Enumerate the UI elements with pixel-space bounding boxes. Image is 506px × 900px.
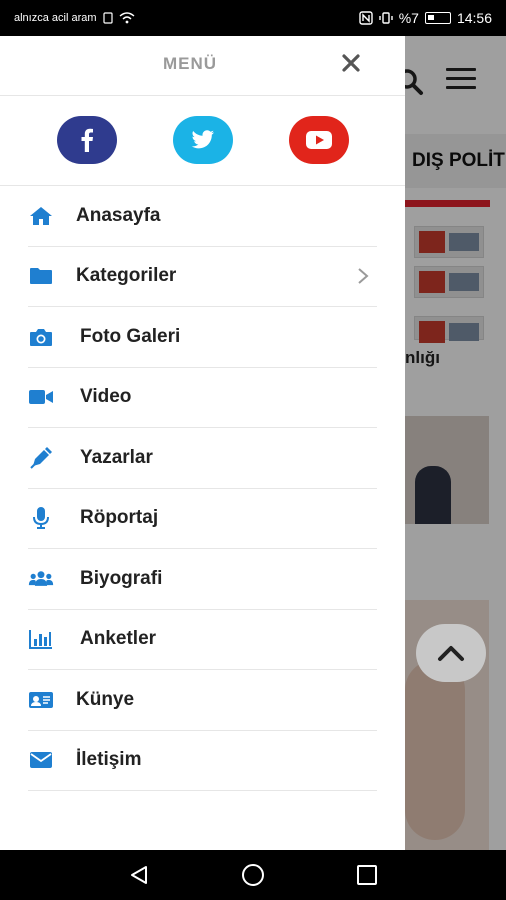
menu-item-label: Kategoriler <box>76 265 177 287</box>
menu-item-kategoriler[interactable]: Kategoriler <box>28 247 377 307</box>
folder-icon <box>28 263 54 289</box>
bar-chart-icon <box>28 626 54 652</box>
twitter-button[interactable] <box>173 116 233 164</box>
drawer-header: MENÜ <box>0 36 405 96</box>
menu-item-anasayfa[interactable]: Anasayfa <box>28 186 377 247</box>
menu-item-foto-galeri[interactable]: Foto Galeri <box>28 307 377 368</box>
home-circle-icon <box>242 864 264 886</box>
id-card-icon <box>28 687 54 713</box>
status-right: %7 14:56 <box>359 10 492 26</box>
menu-item-label: Biyografi <box>80 567 163 589</box>
chevron-up-icon <box>438 646 464 661</box>
menu-item-label: Künye <box>76 688 135 710</box>
system-navigation-bar <box>0 850 506 900</box>
menu-item-label: Anasayfa <box>76 204 161 226</box>
microphone-icon <box>28 505 54 531</box>
home-button[interactable] <box>238 860 268 890</box>
video-camera-icon <box>28 384 54 410</box>
battery-percent: %7 <box>398 10 419 26</box>
facebook-button[interactable] <box>57 116 117 164</box>
menu-item-iletisim[interactable]: İletişim <box>28 731 377 791</box>
close-button[interactable] <box>338 50 364 76</box>
clock: 14:56 <box>456 10 492 26</box>
pen-icon <box>28 445 54 471</box>
menu-item-label: İletişim <box>76 749 142 771</box>
back-triangle-icon <box>131 866 147 884</box>
menu-item-label: Röportaj <box>80 507 159 529</box>
close-icon <box>342 54 360 72</box>
vibrate-icon <box>379 12 393 24</box>
menu-item-yazarlar[interactable]: Yazarlar <box>28 428 377 489</box>
status-bar: alnızca acil aram %7 14:56 <box>0 0 506 36</box>
twitter-icon <box>191 130 215 149</box>
users-icon <box>28 566 54 592</box>
recents-button[interactable] <box>352 860 382 890</box>
envelope-icon <box>28 747 54 773</box>
navigation-drawer: MENÜ Anasayfa Kategoriler Foto Galeri Vi… <box>0 36 405 850</box>
drawer-title: MENÜ <box>162 54 218 73</box>
youtube-icon <box>306 131 332 149</box>
menu-list: Anasayfa Kategoriler Foto Galeri Video Y… <box>0 186 405 791</box>
menu-item-anketler[interactable]: Anketler <box>28 610 377 670</box>
menu-item-label: Yazarlar <box>80 446 153 468</box>
battery-icon <box>424 12 451 24</box>
youtube-button[interactable] <box>289 116 349 164</box>
camera-icon <box>28 324 54 350</box>
scroll-to-top-button <box>416 624 486 682</box>
menu-item-biyografi[interactable]: Biyografi <box>28 549 377 610</box>
social-links <box>0 96 405 186</box>
drawer-scrim[interactable] <box>405 36 506 850</box>
menu-item-label: Foto Galeri <box>80 325 181 347</box>
carrier-text: alnızca acil aram <box>14 12 97 24</box>
back-button[interactable] <box>124 860 154 890</box>
recents-square-icon <box>357 865 377 885</box>
menu-item-video[interactable]: Video <box>28 368 377 428</box>
facebook-icon <box>81 128 93 152</box>
menu-item-kunye[interactable]: Künye <box>28 670 377 731</box>
sim-icon <box>102 12 113 24</box>
menu-item-label: Anketler <box>80 628 157 650</box>
home-icon <box>28 203 54 229</box>
nfc-icon <box>359 11 373 25</box>
menu-item-label: Video <box>80 386 132 408</box>
status-left: alnızca acil aram <box>14 12 135 24</box>
chevron-right-icon <box>357 267 375 285</box>
wifi-icon <box>119 12 135 24</box>
menu-item-roportaj[interactable]: Röportaj <box>28 489 377 549</box>
